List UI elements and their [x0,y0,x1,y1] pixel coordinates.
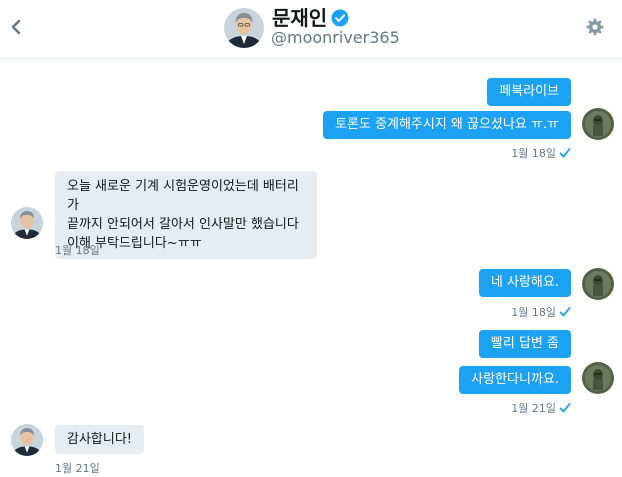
timestamp-text: 1월 21일 [511,402,556,415]
message-line: 오늘 새로운 기계 시험운영이었는데 배터리가 [67,179,299,213]
message-timestamp: 1월 18일 [511,304,571,320]
timestamp-text: 1월 18일 [511,306,556,319]
contact-avatar-small[interactable] [11,207,43,239]
read-check-icon [559,307,571,317]
gear-icon [586,18,604,36]
verified-badge-icon [331,9,349,27]
contact-name-row[interactable]: 문재인 [272,6,349,30]
message-timestamp: 1월 18일 [511,145,571,161]
sent-message-bubble[interactable]: 빨리 답변 좀 [478,330,571,358]
sent-message-bubble[interactable]: 토론도 중계해주시지 왜 끊으셨나요 ㅠ.ㅠ [323,111,571,139]
timestamp-text: 1월 18일 [511,147,556,160]
received-message-bubble[interactable]: 감사합니다! [55,425,145,454]
sent-message-bubble[interactable]: 페북라이브 [487,78,571,106]
message-timestamp: 1월 21일 [55,462,100,475]
user-avatar[interactable] [582,268,614,300]
read-check-icon [559,403,571,413]
user-avatar[interactable] [582,362,614,394]
message-timestamp: 1월 21일 [511,400,571,416]
contact-avatar-small[interactable] [11,424,43,456]
chevron-left-icon [11,19,21,35]
contact-name[interactable]: 문재인 [272,6,327,30]
contact-handle[interactable]: @moonriver365 [271,28,400,48]
read-check-icon [559,148,571,158]
sent-message-bubble[interactable]: 사랑한다니까요. [459,366,571,394]
back-button[interactable] [8,16,24,38]
message-timestamp: 1월 18일 [55,244,100,257]
user-avatar[interactable] [582,108,614,140]
message-line: 이해 부탁드립니다~ㅠㅠ [67,236,202,251]
message-line: 끝까지 안되어서 갈아서 인사말만 했습니다 [67,217,299,232]
conversation-header: 문재인 @moonriver365 [0,0,622,59]
contact-avatar[interactable] [224,8,264,48]
sent-message-bubble[interactable]: 네 사랑해요. [478,269,571,297]
more-options-button[interactable] [584,16,606,38]
